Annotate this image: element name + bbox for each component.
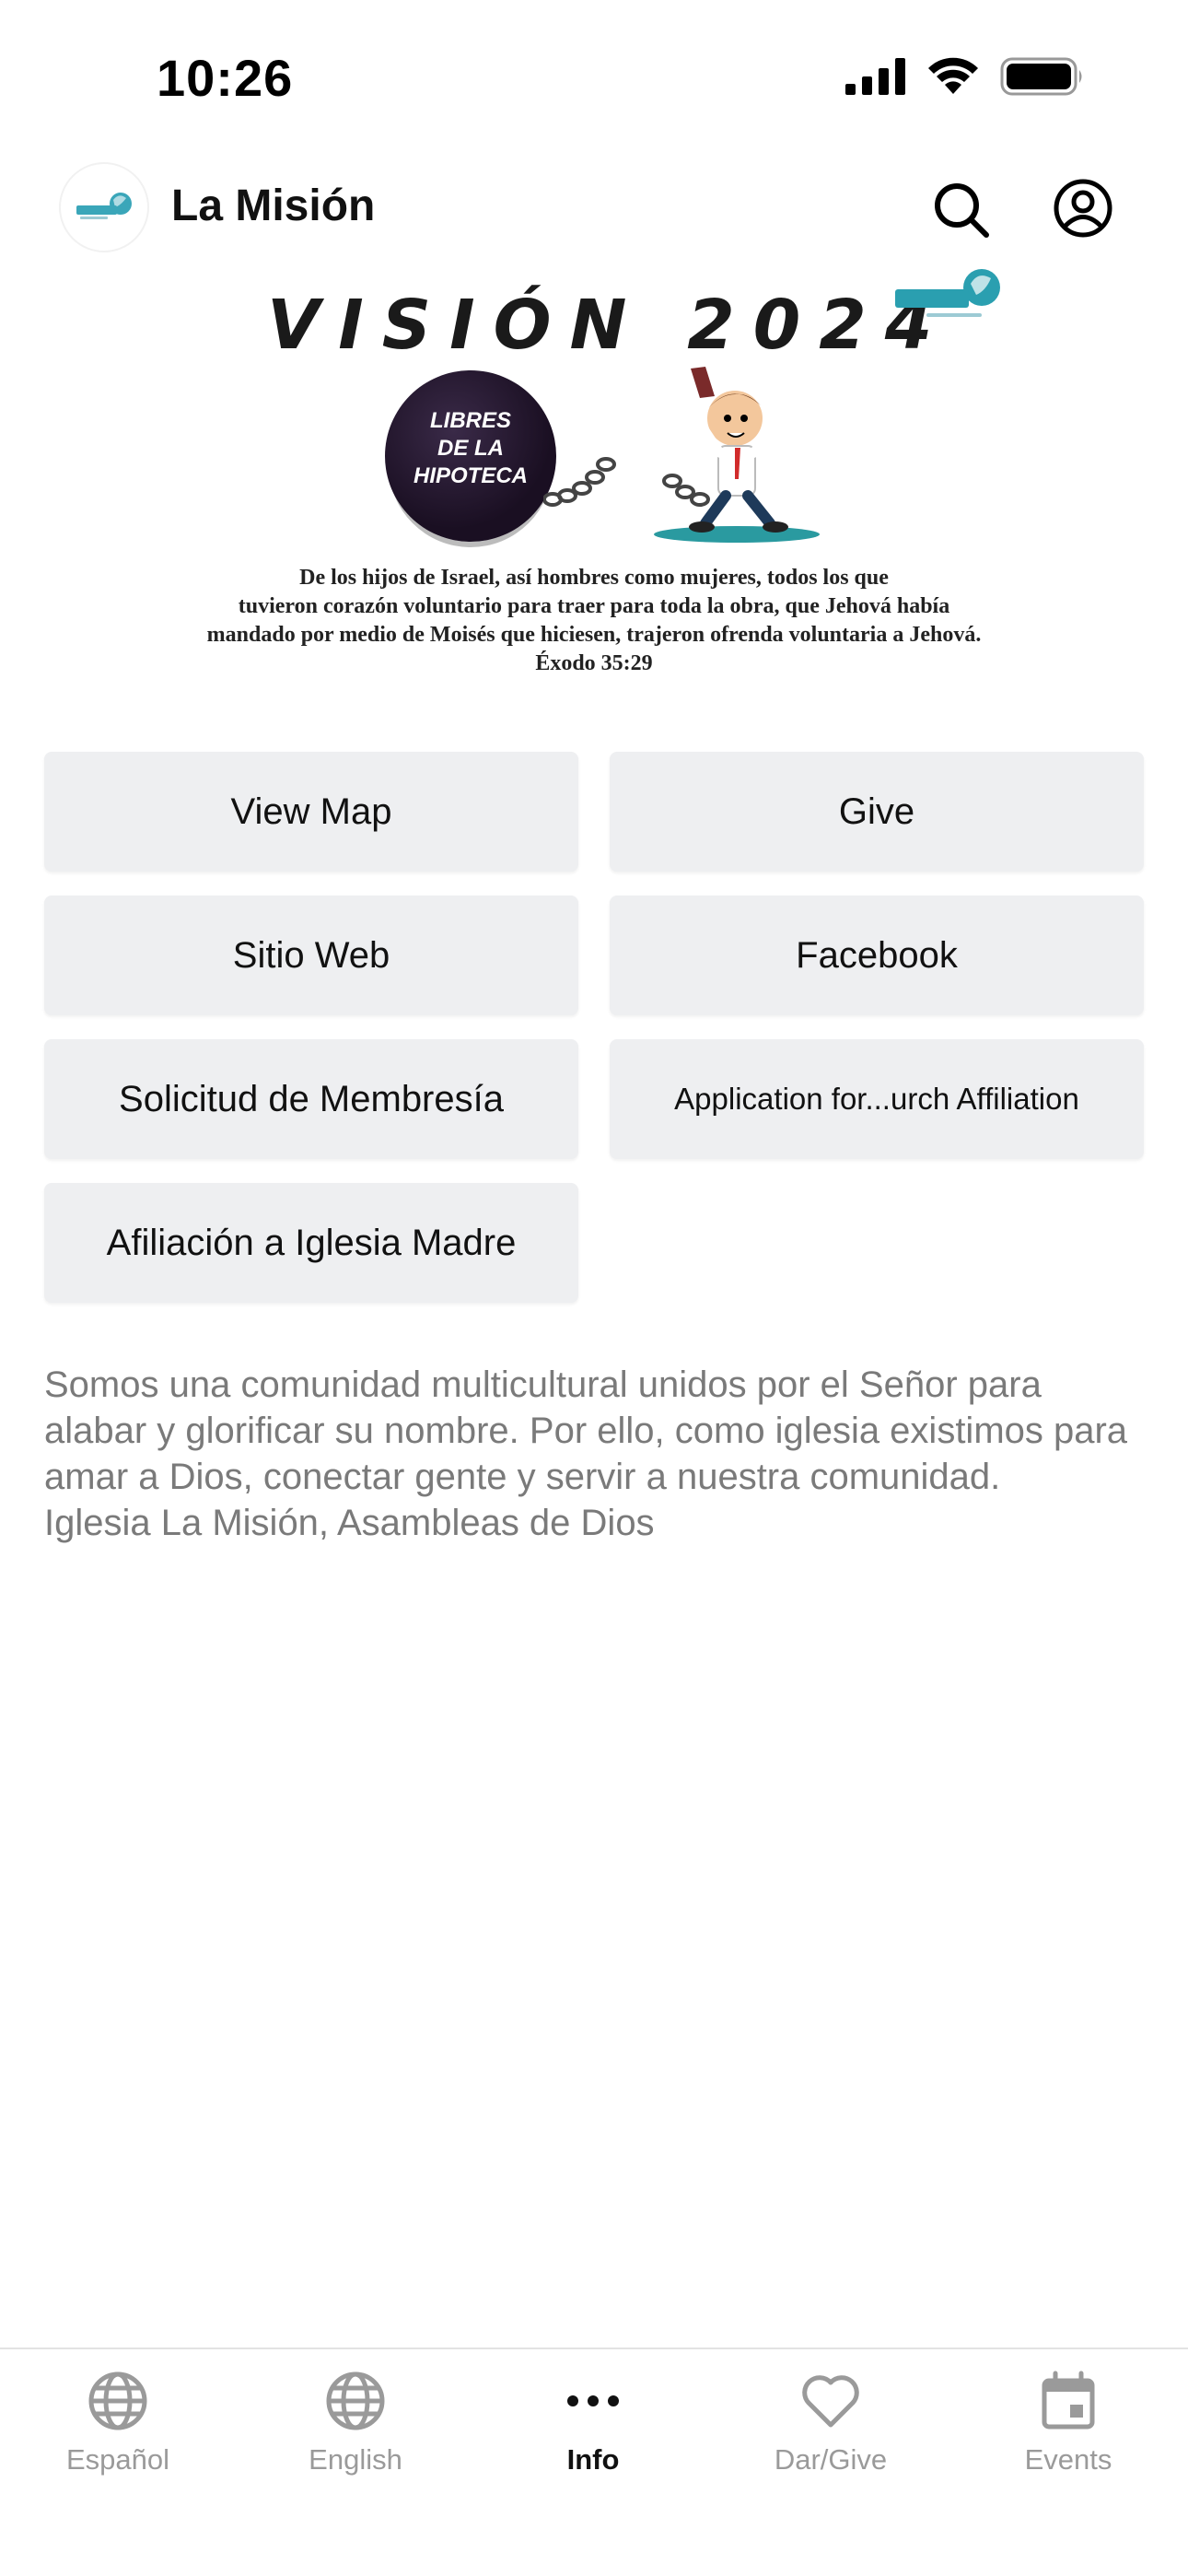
globe-icon: [326, 2371, 385, 2430]
tab-english[interactable]: English: [254, 2368, 457, 2497]
vision-banner: VISIÓN 2024 LIBRES DE LA HIPOTECA De los…: [0, 260, 1188, 702]
tab-label: Español: [65, 2443, 170, 2476]
calendar-icon: [1042, 2371, 1095, 2430]
verse-line: tuvieron corazón voluntario para traer p…: [238, 594, 950, 618]
description-body: Somos una comunidad multicultural unidos…: [44, 1364, 1128, 1497]
view-map-button[interactable]: View Map: [44, 752, 578, 872]
tab-info[interactable]: Info: [492, 2368, 694, 2497]
app-header: La Misión: [0, 157, 1188, 260]
mother-church-affiliation-button[interactable]: Afiliación a Iglesia Madre: [44, 1183, 578, 1303]
tab-label: Info: [566, 2443, 620, 2476]
facebook-button[interactable]: Facebook: [610, 896, 1144, 1015]
logo-image: [76, 193, 132, 219]
tab-espanol[interactable]: Español: [17, 2368, 219, 2497]
tab-label: Dar/Give: [774, 2443, 888, 2476]
bottom-tab-bar: Español English Info Dar/Give Events: [0, 2348, 1188, 2576]
verse-line: mandado por medio de Moisés que hiciesen…: [206, 623, 982, 647]
battery-icon: [1000, 57, 1082, 96]
tab-label: Events: [1024, 2443, 1112, 2476]
search-icon[interactable]: [930, 179, 991, 240]
church-description: Somos una comunidad multicultural unidos…: [44, 1362, 1149, 1546]
church-affiliation-application-button[interactable]: Application for...urch Affiliation: [610, 1039, 1144, 1159]
verse-line: De los hijos de Israel, así hombres como…: [299, 566, 889, 590]
account-icon[interactable]: [1052, 177, 1114, 240]
ball-text-line: HIPOTECA: [413, 463, 528, 488]
ball-text-line: DE LA: [437, 436, 504, 461]
tab-events[interactable]: Events: [967, 2368, 1170, 2497]
cellular-signal-icon: [845, 58, 905, 95]
heart-icon: [802, 2375, 859, 2428]
more-icon: [567, 2395, 619, 2406]
sitio-web-button[interactable]: Sitio Web: [44, 896, 578, 1015]
tab-label: English: [309, 2443, 402, 2476]
membership-request-button[interactable]: Solicitud de Membresía: [44, 1039, 578, 1159]
globe-icon: [88, 2371, 147, 2430]
tab-dar-give[interactable]: Dar/Give: [729, 2368, 932, 2497]
ball-text-line: LIBRES: [429, 408, 511, 433]
verse-reference: Éxodo 35:29: [535, 651, 653, 675]
banner-church-logo: [895, 269, 1000, 317]
church-logo[interactable]: [59, 162, 149, 252]
status-time: 10:26: [157, 49, 294, 107]
ball-and-chain: LIBRES DE LA HIPOTECA: [385, 370, 556, 542]
status-bar: 10:26: [0, 0, 1188, 138]
banner-verse: De los hijos de Israel, así hombres como…: [175, 564, 1013, 678]
give-button[interactable]: Give: [610, 752, 1144, 872]
page-title: La Misión: [171, 181, 376, 230]
description-signature: Iglesia La Misión, Asambleas de Dios: [44, 1503, 655, 1543]
banner-title: VISIÓN 2024: [267, 286, 951, 365]
cartoon-man-illustration: [654, 367, 820, 543]
status-icons: [845, 57, 1085, 96]
wifi-icon: [928, 57, 978, 94]
